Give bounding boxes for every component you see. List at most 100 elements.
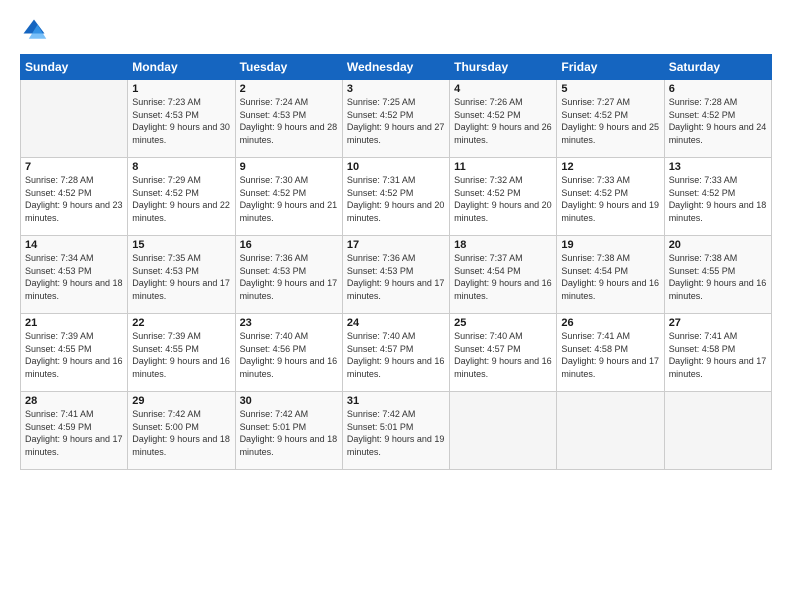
day-cell: 20Sunrise: 7:38 AMSunset: 4:55 PMDayligh…	[664, 236, 771, 314]
day-info: Sunrise: 7:24 AMSunset: 4:53 PMDaylight:…	[240, 96, 338, 146]
day-number: 13	[669, 161, 767, 173]
day-info: Sunrise: 7:30 AMSunset: 4:52 PMDaylight:…	[240, 174, 338, 224]
day-number: 31	[347, 395, 445, 407]
day-cell: 29Sunrise: 7:42 AMSunset: 5:00 PMDayligh…	[128, 392, 235, 470]
logo-icon	[20, 16, 48, 44]
day-number: 24	[347, 317, 445, 329]
day-cell: 11Sunrise: 7:32 AMSunset: 4:52 PMDayligh…	[450, 158, 557, 236]
day-info: Sunrise: 7:33 AMSunset: 4:52 PMDaylight:…	[669, 174, 767, 224]
day-cell: 8Sunrise: 7:29 AMSunset: 4:52 PMDaylight…	[128, 158, 235, 236]
day-info: Sunrise: 7:36 AMSunset: 4:53 PMDaylight:…	[240, 252, 338, 302]
day-number: 6	[669, 83, 767, 95]
day-number: 23	[240, 317, 338, 329]
day-info: Sunrise: 7:39 AMSunset: 4:55 PMDaylight:…	[132, 330, 230, 380]
day-number: 3	[347, 83, 445, 95]
day-number: 19	[561, 239, 659, 251]
day-cell: 18Sunrise: 7:37 AMSunset: 4:54 PMDayligh…	[450, 236, 557, 314]
day-number: 30	[240, 395, 338, 407]
day-info: Sunrise: 7:31 AMSunset: 4:52 PMDaylight:…	[347, 174, 445, 224]
day-cell: 6Sunrise: 7:28 AMSunset: 4:52 PMDaylight…	[664, 80, 771, 158]
day-cell: 7Sunrise: 7:28 AMSunset: 4:52 PMDaylight…	[21, 158, 128, 236]
day-info: Sunrise: 7:28 AMSunset: 4:52 PMDaylight:…	[25, 174, 123, 224]
day-info: Sunrise: 7:33 AMSunset: 4:52 PMDaylight:…	[561, 174, 659, 224]
day-cell	[21, 80, 128, 158]
day-number: 4	[454, 83, 552, 95]
day-info: Sunrise: 7:41 AMSunset: 4:58 PMDaylight:…	[561, 330, 659, 380]
day-info: Sunrise: 7:32 AMSunset: 4:52 PMDaylight:…	[454, 174, 552, 224]
day-cell: 25Sunrise: 7:40 AMSunset: 4:57 PMDayligh…	[450, 314, 557, 392]
day-info: Sunrise: 7:34 AMSunset: 4:53 PMDaylight:…	[25, 252, 123, 302]
day-info: Sunrise: 7:36 AMSunset: 4:53 PMDaylight:…	[347, 252, 445, 302]
week-row-3: 14Sunrise: 7:34 AMSunset: 4:53 PMDayligh…	[21, 236, 772, 314]
day-info: Sunrise: 7:42 AMSunset: 5:01 PMDaylight:…	[240, 408, 338, 458]
week-row-5: 28Sunrise: 7:41 AMSunset: 4:59 PMDayligh…	[21, 392, 772, 470]
day-number: 9	[240, 161, 338, 173]
day-cell: 31Sunrise: 7:42 AMSunset: 5:01 PMDayligh…	[342, 392, 449, 470]
day-number: 18	[454, 239, 552, 251]
day-cell: 19Sunrise: 7:38 AMSunset: 4:54 PMDayligh…	[557, 236, 664, 314]
day-info: Sunrise: 7:38 AMSunset: 4:55 PMDaylight:…	[669, 252, 767, 302]
day-number: 20	[669, 239, 767, 251]
day-number: 2	[240, 83, 338, 95]
day-number: 12	[561, 161, 659, 173]
day-cell: 23Sunrise: 7:40 AMSunset: 4:56 PMDayligh…	[235, 314, 342, 392]
day-cell: 27Sunrise: 7:41 AMSunset: 4:58 PMDayligh…	[664, 314, 771, 392]
weekday-header-monday: Monday	[128, 55, 235, 80]
day-number: 25	[454, 317, 552, 329]
day-cell: 28Sunrise: 7:41 AMSunset: 4:59 PMDayligh…	[21, 392, 128, 470]
main-container: SundayMondayTuesdayWednesdayThursdayFrid…	[0, 0, 792, 612]
day-info: Sunrise: 7:40 AMSunset: 4:57 PMDaylight:…	[454, 330, 552, 380]
day-number: 15	[132, 239, 230, 251]
day-cell: 22Sunrise: 7:39 AMSunset: 4:55 PMDayligh…	[128, 314, 235, 392]
day-number: 27	[669, 317, 767, 329]
day-cell: 10Sunrise: 7:31 AMSunset: 4:52 PMDayligh…	[342, 158, 449, 236]
day-info: Sunrise: 7:41 AMSunset: 4:58 PMDaylight:…	[669, 330, 767, 380]
day-cell: 5Sunrise: 7:27 AMSunset: 4:52 PMDaylight…	[557, 80, 664, 158]
weekday-header-row: SundayMondayTuesdayWednesdayThursdayFrid…	[21, 55, 772, 80]
day-number: 16	[240, 239, 338, 251]
day-cell	[557, 392, 664, 470]
day-info: Sunrise: 7:29 AMSunset: 4:52 PMDaylight:…	[132, 174, 230, 224]
week-row-1: 1Sunrise: 7:23 AMSunset: 4:53 PMDaylight…	[21, 80, 772, 158]
day-number: 10	[347, 161, 445, 173]
day-info: Sunrise: 7:40 AMSunset: 4:56 PMDaylight:…	[240, 330, 338, 380]
day-number: 14	[25, 239, 123, 251]
day-info: Sunrise: 7:26 AMSunset: 4:52 PMDaylight:…	[454, 96, 552, 146]
day-cell: 3Sunrise: 7:25 AMSunset: 4:52 PMDaylight…	[342, 80, 449, 158]
week-row-2: 7Sunrise: 7:28 AMSunset: 4:52 PMDaylight…	[21, 158, 772, 236]
day-number: 29	[132, 395, 230, 407]
day-info: Sunrise: 7:37 AMSunset: 4:54 PMDaylight:…	[454, 252, 552, 302]
day-info: Sunrise: 7:42 AMSunset: 5:01 PMDaylight:…	[347, 408, 445, 458]
day-number: 11	[454, 161, 552, 173]
day-info: Sunrise: 7:23 AMSunset: 4:53 PMDaylight:…	[132, 96, 230, 146]
day-number: 5	[561, 83, 659, 95]
day-cell: 1Sunrise: 7:23 AMSunset: 4:53 PMDaylight…	[128, 80, 235, 158]
weekday-header-tuesday: Tuesday	[235, 55, 342, 80]
calendar-table: SundayMondayTuesdayWednesdayThursdayFrid…	[20, 54, 772, 470]
day-number: 17	[347, 239, 445, 251]
day-cell: 12Sunrise: 7:33 AMSunset: 4:52 PMDayligh…	[557, 158, 664, 236]
day-info: Sunrise: 7:28 AMSunset: 4:52 PMDaylight:…	[669, 96, 767, 146]
day-cell	[450, 392, 557, 470]
day-cell: 17Sunrise: 7:36 AMSunset: 4:53 PMDayligh…	[342, 236, 449, 314]
day-cell: 9Sunrise: 7:30 AMSunset: 4:52 PMDaylight…	[235, 158, 342, 236]
day-info: Sunrise: 7:41 AMSunset: 4:59 PMDaylight:…	[25, 408, 123, 458]
day-info: Sunrise: 7:25 AMSunset: 4:52 PMDaylight:…	[347, 96, 445, 146]
day-cell: 26Sunrise: 7:41 AMSunset: 4:58 PMDayligh…	[557, 314, 664, 392]
day-number: 7	[25, 161, 123, 173]
day-number: 1	[132, 83, 230, 95]
day-info: Sunrise: 7:40 AMSunset: 4:57 PMDaylight:…	[347, 330, 445, 380]
day-number: 28	[25, 395, 123, 407]
day-info: Sunrise: 7:27 AMSunset: 4:52 PMDaylight:…	[561, 96, 659, 146]
day-cell: 2Sunrise: 7:24 AMSunset: 4:53 PMDaylight…	[235, 80, 342, 158]
day-cell: 4Sunrise: 7:26 AMSunset: 4:52 PMDaylight…	[450, 80, 557, 158]
day-cell: 30Sunrise: 7:42 AMSunset: 5:01 PMDayligh…	[235, 392, 342, 470]
week-row-4: 21Sunrise: 7:39 AMSunset: 4:55 PMDayligh…	[21, 314, 772, 392]
weekday-header-wednesday: Wednesday	[342, 55, 449, 80]
day-number: 22	[132, 317, 230, 329]
day-cell: 24Sunrise: 7:40 AMSunset: 4:57 PMDayligh…	[342, 314, 449, 392]
day-info: Sunrise: 7:35 AMSunset: 4:53 PMDaylight:…	[132, 252, 230, 302]
day-cell: 15Sunrise: 7:35 AMSunset: 4:53 PMDayligh…	[128, 236, 235, 314]
weekday-header-sunday: Sunday	[21, 55, 128, 80]
day-number: 8	[132, 161, 230, 173]
